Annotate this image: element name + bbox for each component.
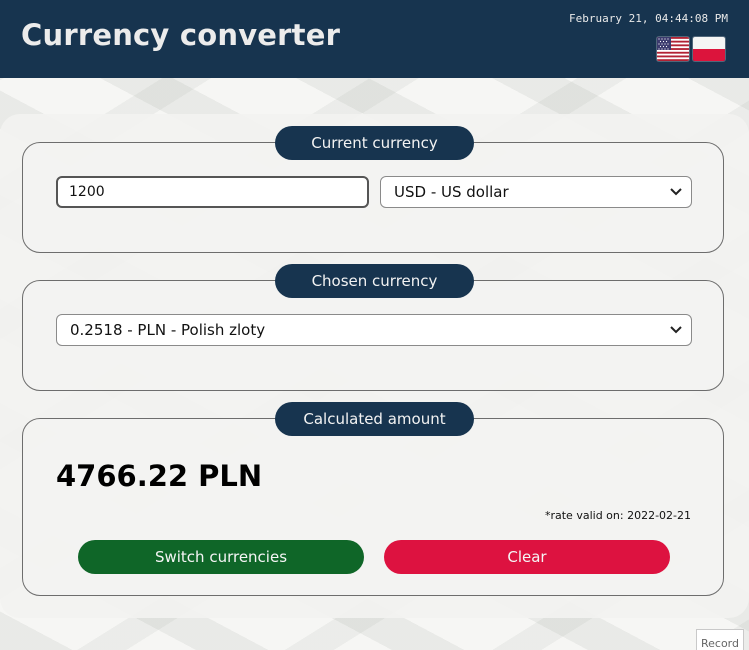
datetime-display: February 21, 04:44:08 PM	[569, 12, 728, 25]
chosen-currency-select[interactable]: 0.2518 - PLN - Polish zloty	[56, 314, 692, 346]
chosen-currency-select-value: 0.2518 - PLN - Polish zloty	[70, 321, 266, 339]
rate-validity-note: *rate valid on: 2022-02-21	[544, 509, 691, 522]
current-currency-select[interactable]: USD - US dollar	[380, 176, 692, 208]
app-header: Currency converter February 21, 04:44:08…	[0, 0, 749, 78]
result-amount: 4766.22 PLN	[56, 459, 263, 493]
amount-input[interactable]	[56, 176, 369, 208]
clear-button[interactable]: Clear	[384, 540, 670, 574]
language-switcher	[657, 37, 725, 61]
chevron-down-icon	[670, 188, 682, 196]
calculated-amount-legend: Calculated amount	[275, 402, 474, 436]
us-flag-icon[interactable]	[657, 37, 689, 61]
pl-flag-icon[interactable]	[693, 37, 725, 61]
app-title: Currency converter	[21, 18, 341, 52]
chosen-currency-legend: Chosen currency	[275, 264, 474, 298]
current-currency-legend: Current currency	[275, 126, 474, 160]
chevron-down-icon	[670, 326, 682, 334]
switch-currencies-button[interactable]: Switch currencies	[78, 540, 364, 574]
current-currency-select-value: USD - US dollar	[394, 183, 509, 201]
record-button[interactable]: Record	[696, 629, 744, 650]
